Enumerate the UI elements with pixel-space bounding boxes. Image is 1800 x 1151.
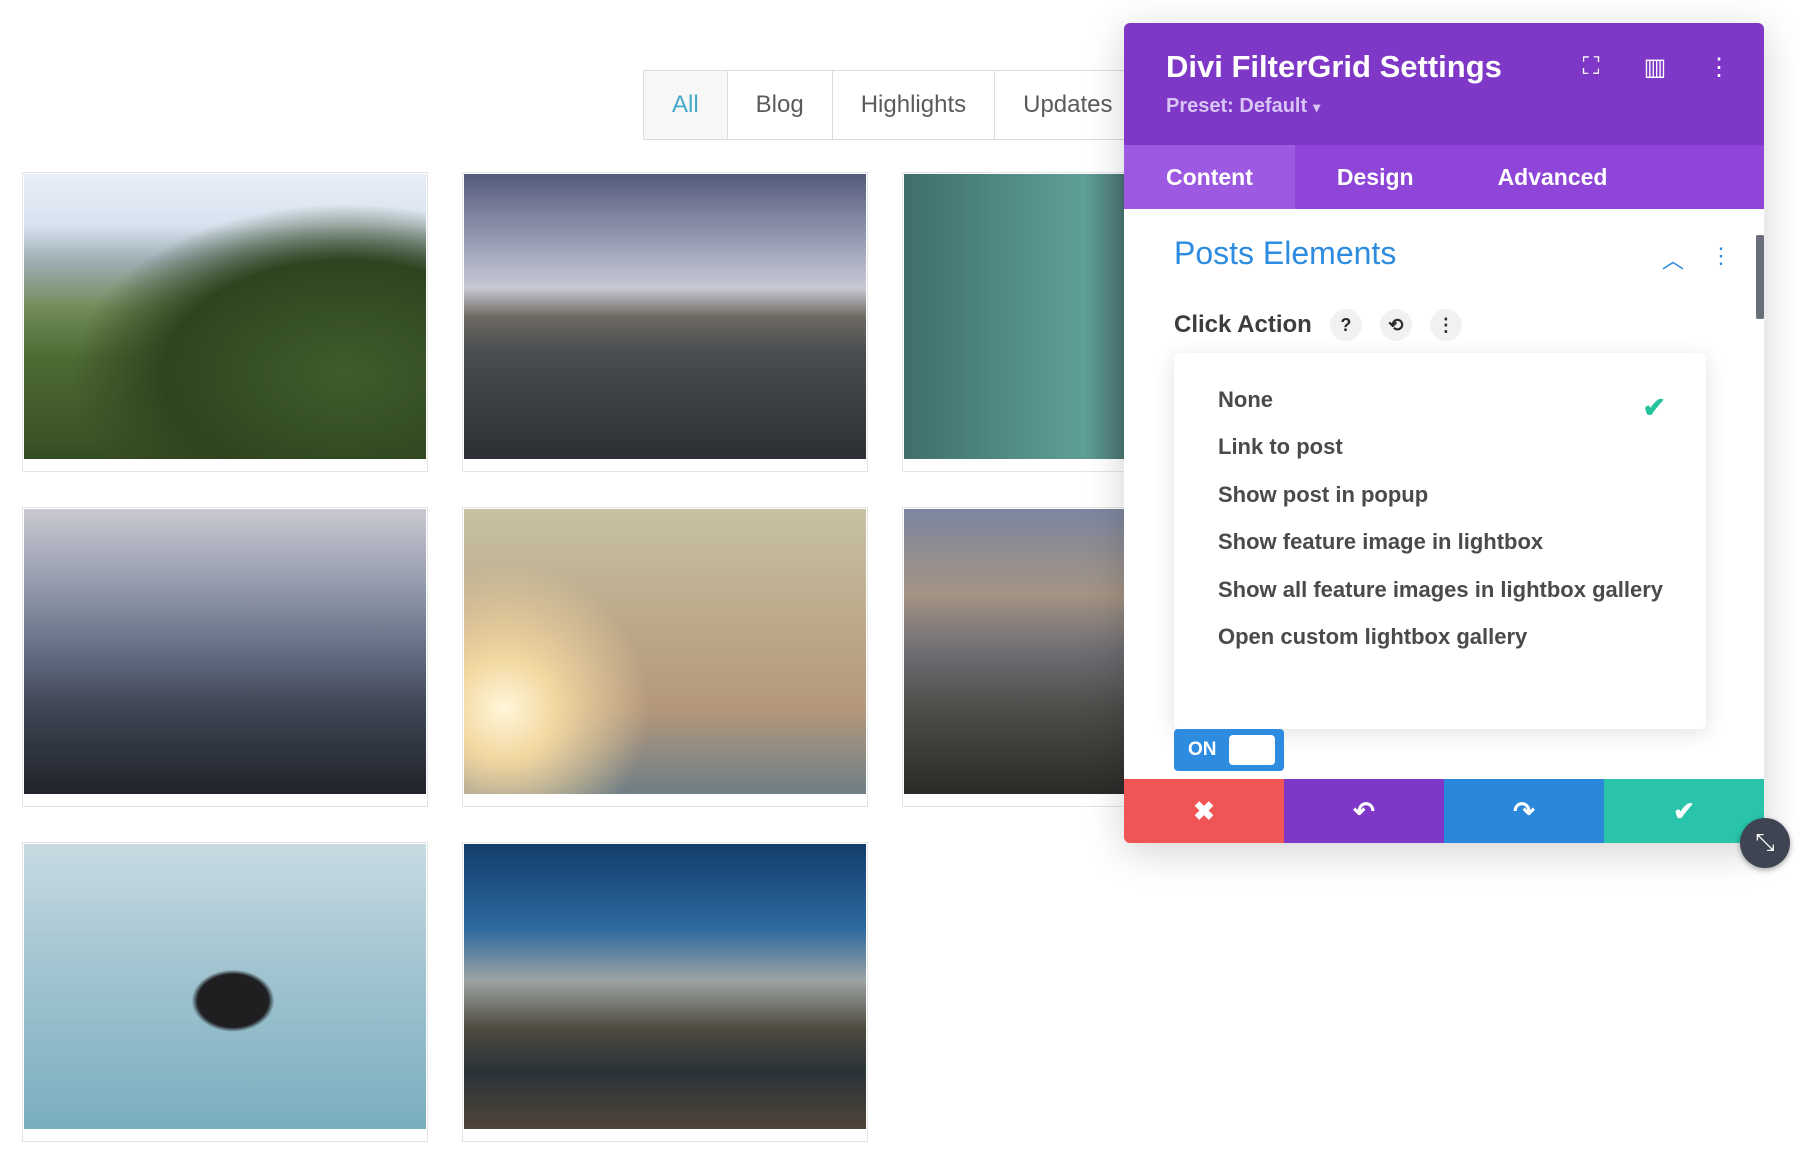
more-icon[interactable]: ⋮	[1706, 53, 1732, 82]
click-action-dropdown: None ✔ Link to post Show post in popup S…	[1174, 353, 1706, 729]
tab-bar: Content Design Advanced	[1124, 145, 1764, 209]
on-toggle[interactable]: ON	[1174, 729, 1284, 771]
settings-panel: Divi FilterGrid Settings Preset: Default…	[1124, 23, 1764, 843]
grid-item[interactable]	[22, 842, 428, 1142]
option-none[interactable]: None	[1218, 387, 1273, 413]
toggle-label: ON	[1188, 739, 1217, 760]
save-button[interactable]: ✔	[1604, 779, 1764, 843]
filter-bar: All Blog Highlights Updates	[643, 70, 1142, 140]
section-icons: ︿ ⋮	[1662, 243, 1732, 275]
click-action-row: Click Action ? ⟲ ⋮	[1174, 309, 1462, 341]
grid-item[interactable]	[22, 507, 428, 807]
filter-blog[interactable]: Blog	[727, 71, 833, 139]
chevron-up-icon[interactable]: ︿	[1662, 243, 1684, 275]
preset-label: Preset: Default	[1166, 95, 1308, 117]
panel-footer: ✖ ↶ ↷ ✔	[1124, 779, 1764, 843]
panel-header[interactable]: Divi FilterGrid Settings Preset: Default…	[1124, 23, 1764, 145]
grid-item[interactable]	[22, 172, 428, 472]
panel-body: Posts Elements ︿ ⋮ Click Action ? ⟲ ⋮ No…	[1124, 209, 1764, 779]
grid-image	[24, 174, 426, 459]
more-icon[interactable]: ⋮	[1429, 309, 1462, 341]
filter-all[interactable]: All	[644, 71, 728, 139]
tab-content[interactable]: Content	[1124, 145, 1295, 209]
option-link-to-post[interactable]: Link to post	[1218, 434, 1343, 460]
grid-image	[464, 174, 866, 459]
tab-design[interactable]: Design	[1295, 145, 1456, 209]
grid-image	[24, 844, 426, 1129]
panel-title: Divi FilterGrid Settings	[1166, 49, 1502, 84]
click-action-label: Click Action	[1174, 311, 1312, 338]
tab-advanced[interactable]: Advanced	[1456, 145, 1650, 209]
check-icon: ✔	[1642, 392, 1666, 423]
section-title[interactable]: Posts Elements	[1174, 235, 1396, 272]
help-icon[interactable]: ?	[1329, 309, 1362, 341]
grid-image	[464, 844, 866, 1129]
reset-icon[interactable]: ⟲	[1379, 309, 1412, 341]
filter-highlights[interactable]: Highlights	[832, 71, 996, 139]
option-post-popup[interactable]: Show post in popup	[1218, 482, 1428, 508]
grid-item[interactable]	[462, 507, 868, 807]
undo-button[interactable]: ↶	[1284, 779, 1444, 843]
caret-down-icon: ▾	[1313, 99, 1321, 115]
grid-item[interactable]	[462, 842, 868, 1142]
grid-image	[24, 509, 426, 794]
option-lightbox-gallery[interactable]: Show all feature images in lightbox gall…	[1218, 577, 1663, 603]
option-feature-lightbox[interactable]: Show feature image in lightbox	[1218, 529, 1543, 555]
filter-updates[interactable]: Updates	[995, 71, 1141, 139]
scrollbar[interactable]	[1756, 235, 1764, 319]
cancel-button[interactable]: ✖	[1124, 779, 1284, 843]
header-icons: ⛶ ▥ ⋮	[1578, 53, 1732, 82]
toggle-knob	[1228, 735, 1275, 765]
resize-icon[interactable]: ⤡	[1740, 818, 1790, 868]
more-icon[interactable]: ⋮	[1710, 243, 1732, 275]
grid-item[interactable]	[462, 172, 868, 472]
focus-icon[interactable]: ⛶	[1578, 53, 1604, 82]
option-custom-gallery[interactable]: Open custom lightbox gallery	[1218, 624, 1527, 650]
split-view-icon[interactable]: ▥	[1642, 53, 1668, 82]
redo-button[interactable]: ↷	[1444, 779, 1604, 843]
preset-selector[interactable]: Preset: Default ▾	[1166, 95, 1320, 118]
grid-image	[464, 509, 866, 794]
